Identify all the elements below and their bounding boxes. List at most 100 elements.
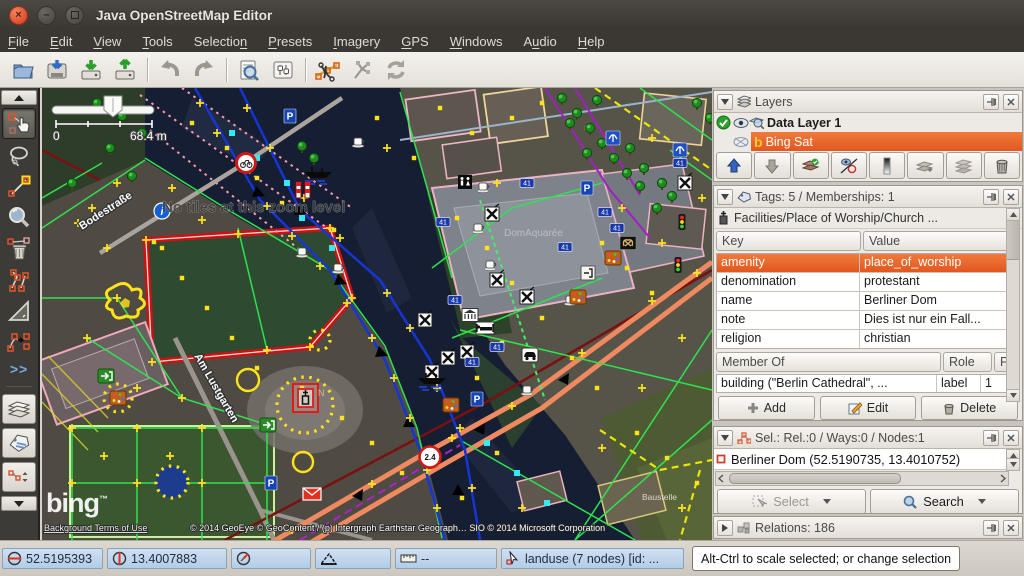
layer-opacity-button[interactable] — [869, 152, 905, 179]
layer-list-button[interactable] — [946, 152, 982, 179]
menu-file[interactable]: File — [8, 34, 29, 49]
tag-value[interactable]: place_of_worship — [860, 254, 1007, 272]
pin-icon[interactable] — [983, 430, 999, 446]
value-column-header[interactable]: Value — [863, 231, 1008, 251]
window-close-button[interactable]: × — [9, 6, 28, 25]
pin-icon[interactable] — [983, 189, 999, 205]
delete-tag-button[interactable]: Delete — [921, 396, 1018, 420]
layers-dialog-button[interactable] — [2, 394, 36, 424]
scroll-down-arrow[interactable] — [1007, 389, 1019, 401]
menu-windows[interactable]: Windows — [450, 34, 503, 49]
menu-selection[interactable]: Selection — [194, 34, 247, 49]
scroll-left-arrow[interactable] — [717, 474, 726, 483]
tag-key[interactable]: name — [717, 292, 860, 310]
search-icon[interactable] — [234, 55, 264, 85]
key-column-header[interactable]: Key — [716, 231, 861, 251]
tag-row[interactable]: religionchristian — [717, 330, 1007, 348]
search-button[interactable]: Search — [870, 489, 1019, 514]
split-way-icon[interactable] — [313, 55, 343, 85]
member-of-column-header[interactable]: Member Of — [716, 352, 941, 372]
layer-merge-button[interactable] — [793, 152, 829, 179]
menu-imagery[interactable]: Imagery — [333, 34, 380, 49]
add-tag-button[interactable]: Add — [718, 396, 815, 420]
hscroll-thumb[interactable] — [729, 473, 901, 484]
selection-spinner[interactable] — [1006, 449, 1020, 471]
save-icon[interactable] — [42, 55, 72, 85]
pin-icon[interactable] — [983, 94, 999, 110]
terms-link[interactable]: Background Terms of Use — [44, 523, 147, 533]
edit-tag-button[interactable]: Edit — [820, 396, 917, 420]
layer-hidden-eye-icon[interactable] — [733, 136, 749, 148]
tags-table[interactable]: amenityplace_of_worshipdenominationprote… — [716, 253, 1008, 349]
menu-tools[interactable]: Tools — [142, 34, 172, 49]
selection-hscrollbar[interactable] — [715, 471, 1009, 486]
membership-table[interactable]: building ("Berlin Cathedral", ...label1 — [716, 374, 1008, 393]
expand-icon[interactable] — [717, 520, 733, 536]
layer-duplicate-button[interactable] — [907, 152, 943, 179]
layer-row-data[interactable]: Data Layer 1 — [714, 113, 1022, 132]
tag-row[interactable]: noteDies ist nur ein Fall... — [717, 311, 1007, 330]
menu-edit[interactable]: Edit — [50, 34, 72, 49]
select-button[interactable]: Select — [717, 489, 866, 514]
mini-nodes-button[interactable] — [2, 462, 36, 492]
map-canvas[interactable]: 414141414141414141PPPPi2.4 N Bodestraße … — [42, 88, 712, 540]
tags-scrollbar[interactable] — [1006, 208, 1020, 402]
combine-way-icon[interactable] — [347, 55, 377, 85]
membership-row[interactable]: building ("Berlin Cathedral", ...label1 — [717, 375, 1007, 392]
layer-move-down-button[interactable] — [754, 152, 790, 179]
preferences-icon[interactable] — [268, 55, 298, 85]
collapse-icon[interactable] — [717, 430, 733, 446]
pin-icon[interactable] — [983, 520, 999, 536]
menu-presets[interactable]: Presets — [268, 34, 312, 49]
scroll-right-arrow[interactable] — [998, 474, 1007, 483]
tag-value[interactable]: christian — [860, 330, 1007, 348]
undo-icon[interactable] — [155, 55, 185, 85]
preset-link[interactable]: Facilities/Place of Worship/Church ... — [714, 208, 1022, 229]
tags-dialog-button[interactable] — [2, 428, 36, 458]
open-icon[interactable] — [8, 55, 38, 85]
tag-row[interactable]: nameBerliner Dom — [717, 292, 1007, 311]
tag-key[interactable]: note — [717, 311, 860, 329]
menu-gps[interactable]: GPS — [401, 34, 428, 49]
close-icon[interactable] — [1003, 430, 1019, 446]
tag-row[interactable]: denominationprotestant — [717, 273, 1007, 292]
tools-scroll-up-button[interactable] — [1, 90, 37, 105]
close-icon[interactable] — [1003, 520, 1019, 536]
collapse-icon[interactable] — [717, 94, 733, 110]
select-tool[interactable] — [2, 108, 36, 139]
collapse-icon[interactable] — [717, 189, 733, 205]
tag-value[interactable]: Dies ist nur ein Fall... — [860, 311, 1007, 329]
download-icon[interactable] — [76, 55, 106, 85]
layer-active-check-icon[interactable] — [716, 115, 731, 130]
scrollbar-thumb[interactable] — [1007, 221, 1019, 260]
tag-value[interactable]: protestant — [860, 273, 1007, 291]
extrude-tool[interactable] — [3, 296, 35, 325]
menu-view[interactable]: View — [93, 34, 121, 49]
tag-key[interactable]: religion — [717, 330, 860, 348]
spin-down[interactable] — [1007, 458, 1019, 470]
selection-item[interactable]: Berliner Dom (52.5190735, 13.4010752) — [714, 449, 1009, 470]
layer-delete-button[interactable] — [984, 152, 1020, 179]
menu-audio[interactable]: Audio — [523, 34, 556, 49]
scroll-up-arrow[interactable] — [1007, 209, 1019, 221]
zoom-tool[interactable] — [3, 203, 35, 232]
layer-move-up-button[interactable] — [716, 152, 752, 179]
menu-help[interactable]: Help — [578, 34, 605, 49]
layer-visibility-button[interactable] — [831, 152, 867, 179]
tag-row[interactable]: amenityplace_of_worship — [717, 254, 1007, 273]
role-column-header[interactable]: Role — [943, 352, 992, 372]
tools-scroll-down-button[interactable] — [1, 496, 37, 511]
draw-node-tool[interactable] — [3, 172, 35, 201]
close-icon[interactable] — [1003, 189, 1019, 205]
window-minimize-button[interactable]: – — [37, 6, 56, 25]
tag-value[interactable]: Berliner Dom — [860, 292, 1007, 310]
tag-key[interactable]: denomination — [717, 273, 860, 291]
lasso-tool[interactable] — [3, 141, 35, 170]
upload-icon[interactable] — [110, 55, 140, 85]
close-icon[interactable] — [1003, 94, 1019, 110]
improve-way-tool[interactable] — [3, 327, 35, 356]
redo-icon[interactable] — [189, 55, 219, 85]
unglue-tool[interactable] — [3, 265, 35, 294]
more-tools-button[interactable]: >> — [10, 361, 28, 377]
refresh-icon[interactable] — [381, 55, 411, 85]
